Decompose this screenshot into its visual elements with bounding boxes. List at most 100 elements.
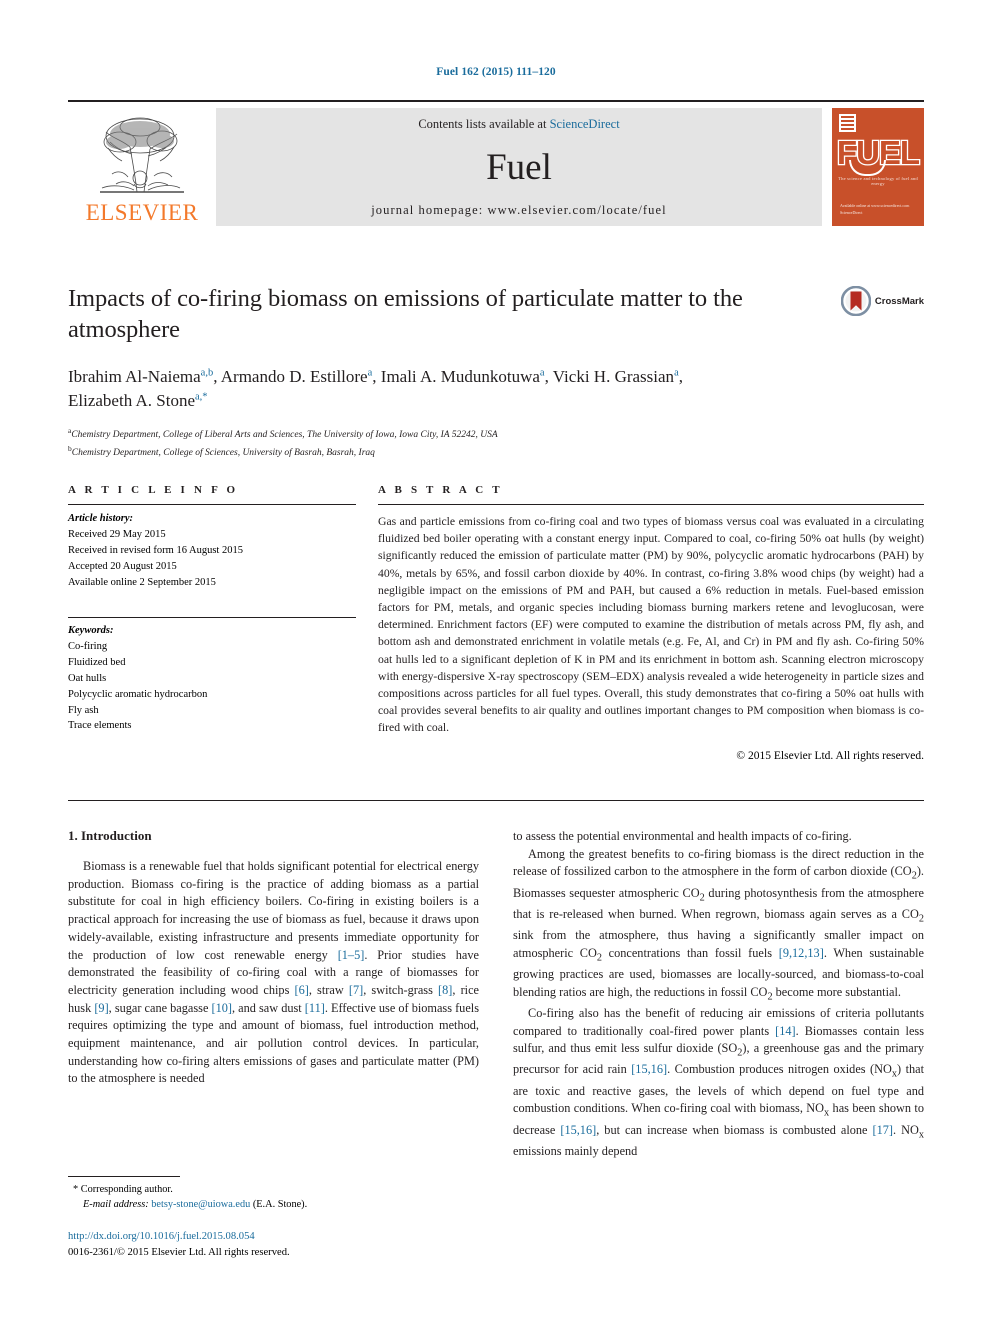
journal-masthead: ELSEVIER Contents lists available at Sci… [68,100,924,226]
citation-link[interactable]: [7] [349,983,363,997]
citation-link[interactable]: [9,12,13] [779,946,824,960]
citation-link[interactable]: [8] [438,983,452,997]
section-title-introduction: 1. Introduction [68,828,152,843]
footnote-mark: * [73,1184,79,1195]
body-separator-rule [68,800,924,801]
keyword-item: Co-firing [68,640,108,652]
citation-link[interactable]: [17] [873,1123,894,1137]
author-name: Ibrahim Al-Naiema [68,366,201,386]
paragraph: Among the greatest benefits to co-firing… [513,846,924,1005]
contents-prefix-text: Contents lists available at [418,117,550,131]
title-block: Impacts of co-firing biomass on emission… [68,284,924,461]
affiliation-item: bChemistry Department, College of Scienc… [68,443,924,461]
page-title: Impacts of co-firing biomass on emission… [68,285,743,343]
cover-swoosh-shape [849,160,886,176]
keywords-rule [68,616,356,618]
paragraph-text: . Combustion produces nitrogen oxides (N… [667,1062,892,1077]
author-item: Elizabeth A. Stonea,* [68,391,208,410]
author-separator: , [544,366,553,386]
abstract-text: Gas and particle emissions from co-firin… [378,515,924,735]
citation-link[interactable]: [15,16] [560,1123,596,1137]
sciencedirect-link[interactable]: ScienceDirect [550,117,620,131]
footer-doi-block: http://dx.doi.org/10.1016/j.fuel.2015.08… [68,1229,568,1261]
crossmark-label: CrossMark [874,295,924,307]
paragraph-text: become more substantial. [772,984,901,999]
keywords-block: Keywords: Co-firing Fluidized bed Oat hu… [68,611,356,735]
crossmark-icon [840,286,871,316]
email-address-label: E-mail address: [83,1199,149,1211]
citation-link[interactable]: [10] [211,1001,232,1015]
citation-link[interactable]: [14] [775,1024,796,1038]
author-name: Elizabeth A. Stone [68,391,196,411]
subscript: 2 [918,913,924,925]
author-separator: , [213,366,221,386]
article-history-item: Accepted 20 August 2015 [68,560,177,572]
article-history-title: Article history: [68,513,134,524]
paragraph-text: to assess the potential environmental an… [513,829,852,843]
author-name: Imali A. Mudunkotuwa [380,366,540,386]
affiliation-list: aChemistry Department, College of Libera… [68,425,924,461]
subscript: x [918,1129,924,1140]
paragraph: Biomass is a renewable fuel that holds s… [68,858,479,1088]
citation-link[interactable]: [1–5] [338,948,365,962]
author-affiliation-mark: a,* [195,391,208,403]
paragraph-text: Biomass is a renewable fuel that holds s… [68,859,479,962]
article-history-item: Received 29 May 2015 [68,528,166,540]
contents-band: Contents lists available at ScienceDirec… [216,108,822,226]
paragraph: to assess the potential environmental an… [513,828,924,846]
paragraph-text: concentrations than fossil fuels [601,945,779,960]
paragraph-text: , and saw dust [231,1000,305,1015]
email-owner-text: (E.A. Stone). [252,1199,308,1211]
citation-link[interactable]: [9] [94,1001,108,1015]
keyword-item: Fluidized bed [68,656,126,668]
paragraph: Co-firing also has the benefit of reduci… [513,1005,924,1161]
footnote-corresponding-line: * Corresponding author. [68,1182,479,1197]
abstract-column: A B S T R A C T Gas and particle emissio… [356,484,924,762]
keyword-item: Fly ash [68,704,99,716]
journal-homepage-link[interactable]: journal homepage: www.elsevier.com/locat… [371,203,667,218]
body-column-right: to assess the potential environmental an… [513,828,924,1160]
paper-page: Fuel 162 (2015) 111–120 ELSEVIER Content… [0,0,992,1323]
affiliation-text: Chemistry Department, College of Science… [71,448,375,459]
abstract-copyright: © 2015 Elsevier Ltd. All rights reserved… [736,749,924,762]
keyword-item: Trace elements [68,720,132,732]
affiliation-item: aChemistry Department, College of Libera… [68,425,924,443]
author-item: Ibrahim Al-Naiemaa,b [68,367,213,386]
paragraph-text: , but can increase when biomass is combu… [596,1122,873,1137]
affiliation-text: Chemistry Department, College of Liberal… [71,430,498,441]
article-history: Article history: Received 29 May 2015 Re… [68,505,356,591]
author-item: Armando D. Estillorea [221,367,373,386]
elsevier-tree-icon [100,117,184,193]
article-history-item: Received in revised form 16 August 2015 [68,544,243,556]
keyword-item: Polycyclic aromatic hydrocarbon [68,688,208,700]
citation-link[interactable]: [15,16] [631,1062,667,1076]
citation-link[interactable]: [6] [295,983,309,997]
issn-copyright-line: 0016-2361/© 2015 Elsevier Ltd. All right… [68,1246,290,1258]
paragraph-text: emissions mainly depend [513,1143,638,1158]
article-info-column: A R T I C L E I N F O Article history: R… [68,484,356,762]
crossmark-badge[interactable]: CrossMark [840,286,924,316]
doi-link[interactable]: http://dx.doi.org/10.1016/j.fuel.2015.08… [68,1229,568,1245]
author-separator: , [678,366,683,386]
cover-publisher-mark-icon [839,114,856,132]
journal-title: Fuel [486,147,552,188]
body-columns: 1. Introduction Biomass is a renewable f… [68,828,924,1160]
paragraph-text: . NO [893,1122,919,1137]
paragraph-text: , sugar cane bagasse [108,1000,212,1015]
body-column-left: 1. Introduction Biomass is a renewable f… [68,828,479,1160]
article-history-item: Available online 2 September 2015 [68,576,216,588]
contents-available-line: Contents lists available at ScienceDirec… [418,117,619,132]
author-name: Vicki H. Grassian [552,366,675,386]
author-item: Imali A. Mudunkotuwaa [381,367,545,386]
cover-subtitle-text: The science and technology of fuel and e… [838,176,918,186]
abstract-heading: A B S T R A C T [378,484,503,496]
info-abstract-section: A R T I C L E I N F O Article history: R… [68,484,924,762]
author-affiliation-mark: a,b [200,367,214,379]
email-link[interactable]: betsy-stone@uiowa.edu [151,1199,250,1210]
elsevier-logo: ELSEVIER [68,108,216,226]
author-name: Armando D. Estillore [220,366,368,386]
journal-cover-thumbnail[interactable]: FUEL The science and technology of fuel … [832,108,924,226]
paragraph-text: , straw [308,982,349,997]
citation-link[interactable]: [11] [305,1001,325,1015]
author-list: Ibrahim Al-Naiemaa,b, Armando D. Estillo… [68,365,924,414]
